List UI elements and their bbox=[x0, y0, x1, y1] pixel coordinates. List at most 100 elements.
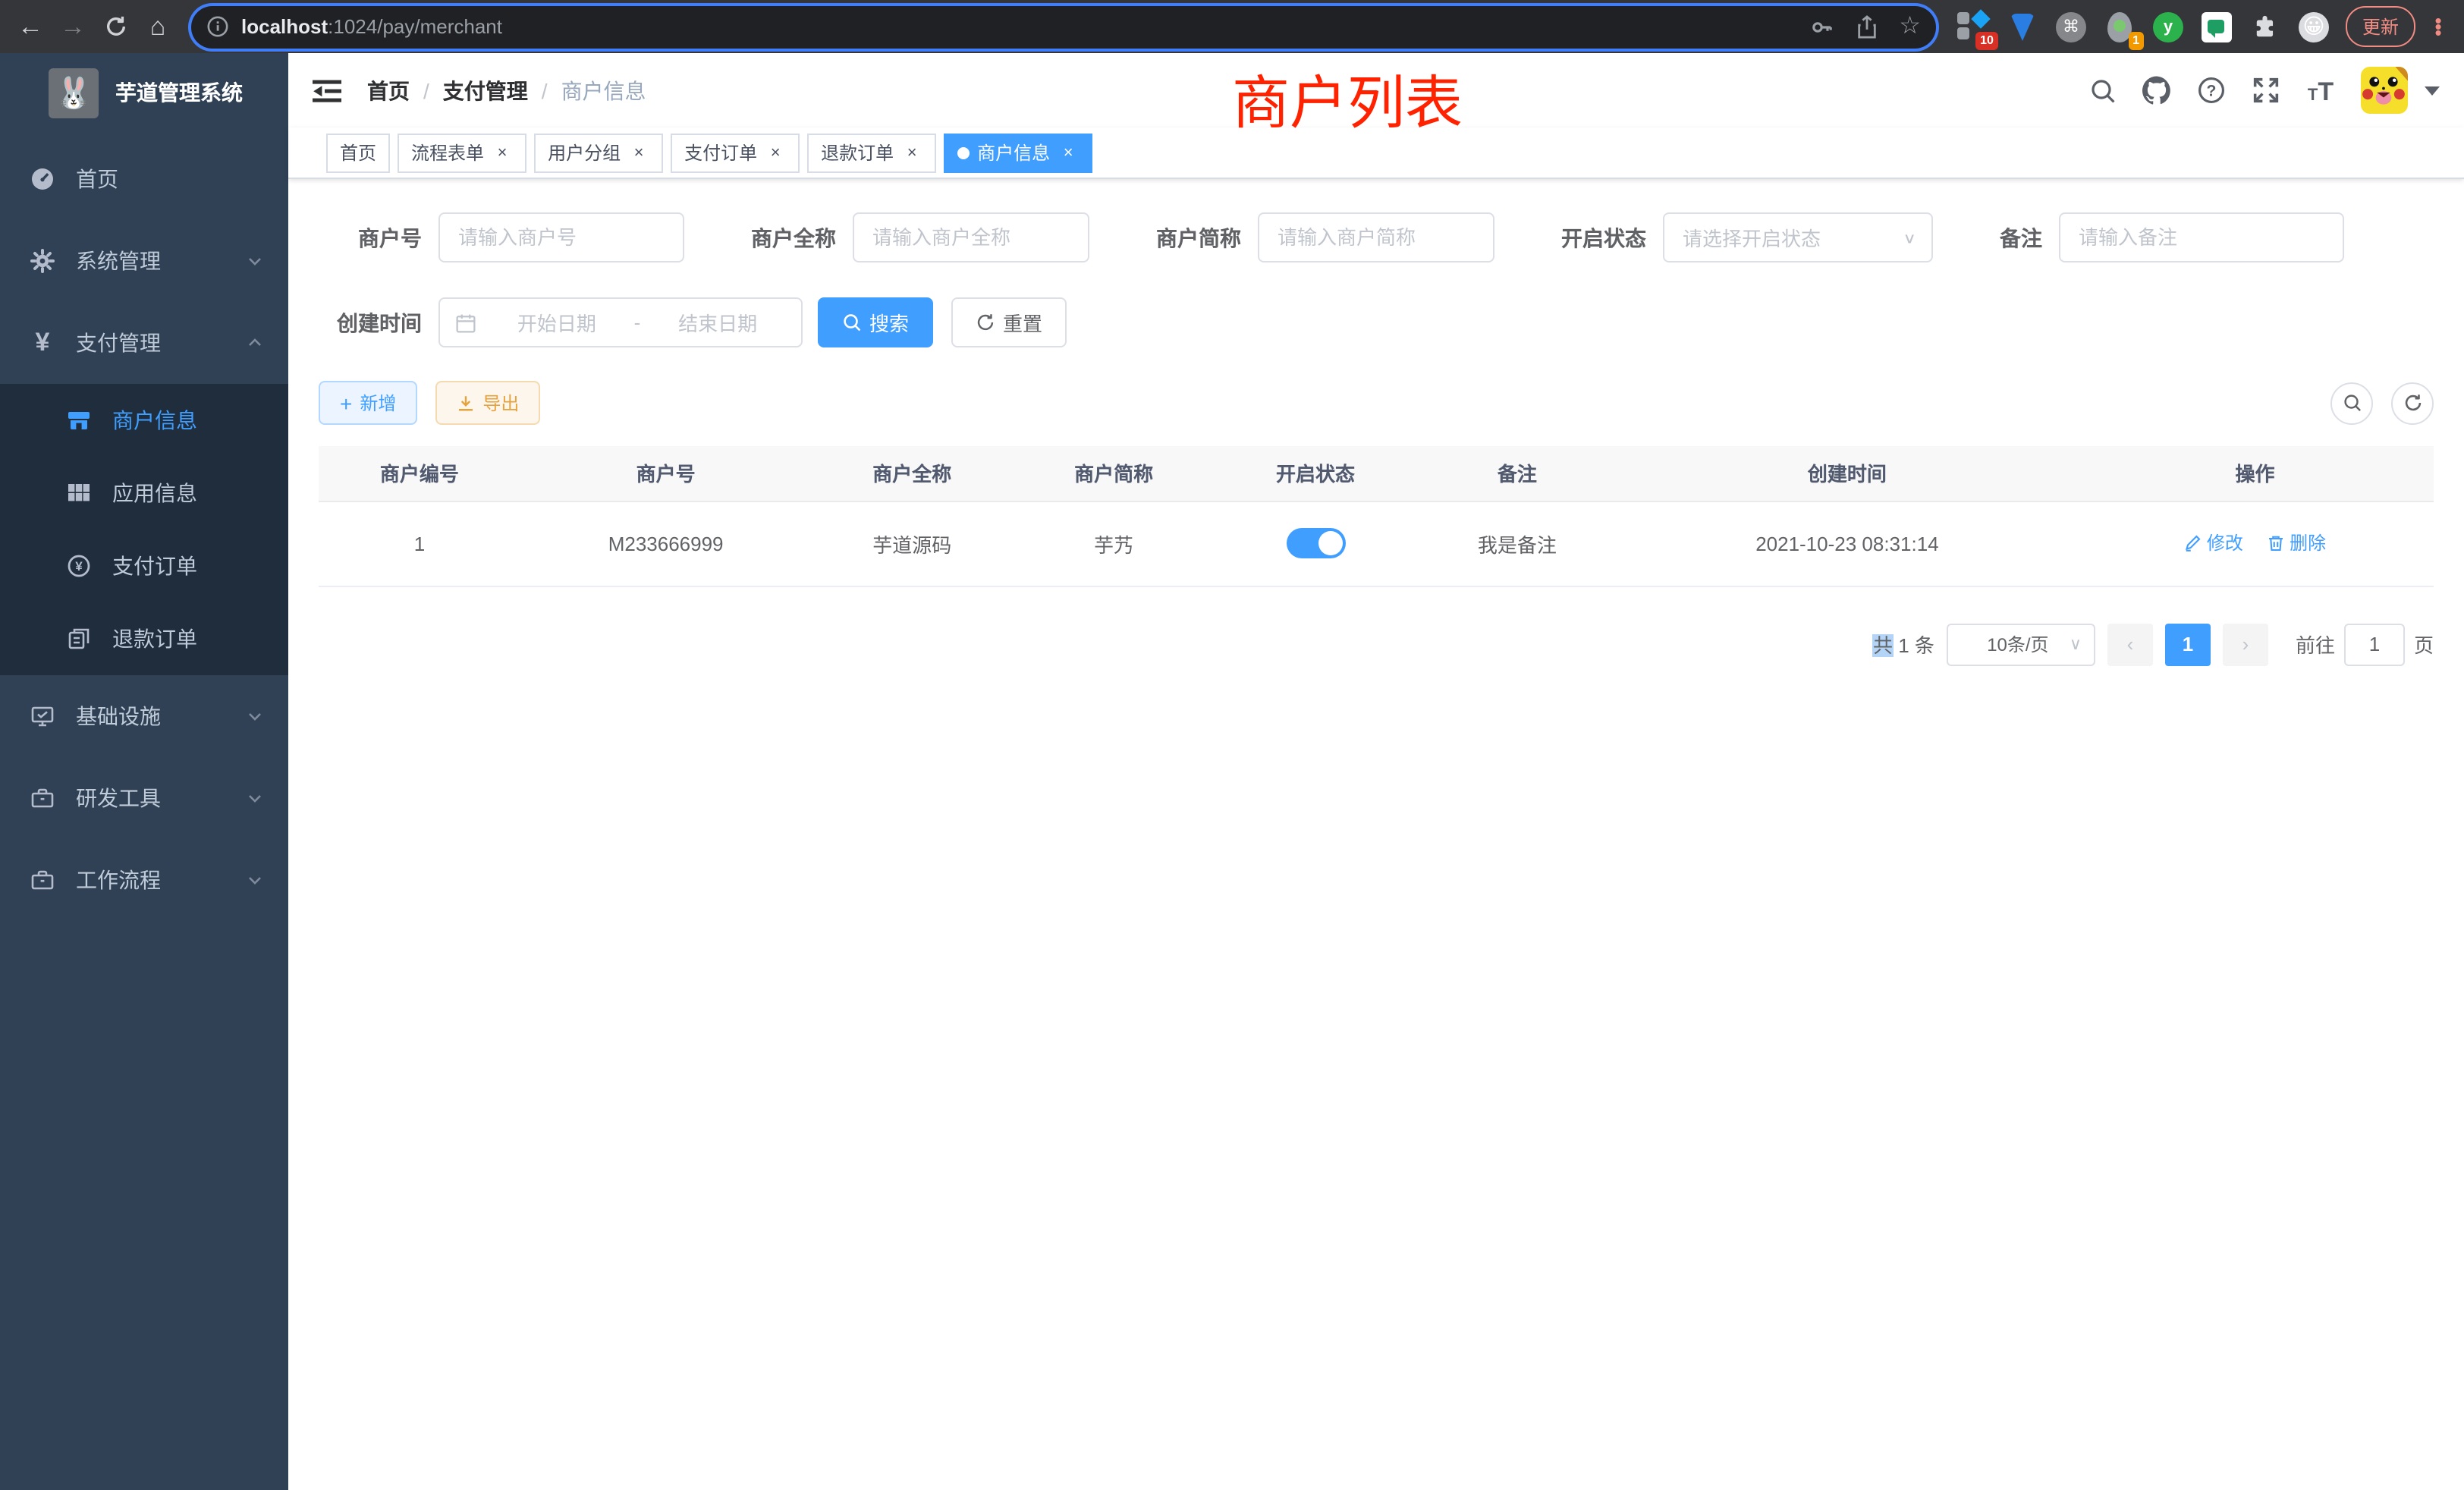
reset-button[interactable]: 重置 bbox=[951, 297, 1067, 347]
refresh-table-button[interactable] bbox=[2391, 382, 2434, 424]
sidebar-item-label: 支付管理 bbox=[76, 328, 246, 358]
tag-label: 商户信息 bbox=[977, 140, 1050, 165]
remark-input[interactable] bbox=[2059, 212, 2344, 262]
download-icon bbox=[457, 394, 475, 412]
bookmark-star-icon[interactable]: ☆ bbox=[1899, 14, 1921, 39]
pay-submenu: 商户信息 应用信息 ¥ 支付订单 bbox=[0, 384, 288, 675]
next-page-button[interactable]: › bbox=[2223, 623, 2268, 665]
sidebar-item-label: 应用信息 bbox=[112, 478, 197, 508]
search-icon bbox=[842, 313, 862, 332]
sidebar-item-label: 退款订单 bbox=[112, 624, 197, 654]
refresh-icon bbox=[976, 313, 995, 332]
page-size-value: 10条/页 bbox=[1966, 631, 2070, 657]
user-avatar[interactable] bbox=[2361, 67, 2408, 114]
browser-home-icon[interactable]: ⌂ bbox=[140, 8, 176, 45]
chevron-down-icon bbox=[246, 707, 264, 725]
search-icon[interactable] bbox=[2088, 76, 2117, 105]
export-button[interactable]: 导出 bbox=[435, 381, 540, 425]
extensions-puzzle-icon[interactable] bbox=[2249, 10, 2282, 43]
fullscreen-icon[interactable] bbox=[2252, 76, 2280, 105]
tag-process-form[interactable]: 流程表单 × bbox=[398, 133, 526, 172]
url-bar[interactable]: localhost:1024/pay/merchant ☆ bbox=[191, 5, 1936, 48]
sidebar-item-label: 支付订单 bbox=[112, 551, 197, 581]
tag-pay-order[interactable]: 支付订单 × bbox=[671, 133, 800, 172]
browser-forward-icon[interactable]: → bbox=[55, 8, 91, 45]
pagination-total-highlight: 共 bbox=[1873, 634, 1893, 657]
status-toggle[interactable] bbox=[1286, 528, 1345, 558]
sidebar-item-dev-tools[interactable]: 研发工具 bbox=[0, 757, 288, 839]
extension-chat-icon[interactable] bbox=[2200, 10, 2233, 43]
page-number-1[interactable]: 1 bbox=[2165, 623, 2211, 665]
sidebar-item-infra[interactable]: 基础设施 bbox=[0, 675, 288, 757]
url-host: localhost bbox=[241, 15, 328, 38]
app-logo-row[interactable]: 🐰 芋道管理系统 bbox=[0, 53, 288, 132]
cell-merchant-short: 芋艿 bbox=[1013, 501, 1215, 586]
search-button[interactable]: 搜索 bbox=[818, 297, 933, 347]
browser-menu-icon[interactable]: ••• bbox=[2431, 17, 2446, 36]
status-select[interactable]: 请选择开启状态 ∨ bbox=[1663, 212, 1933, 262]
merchant-no-label: 商户号 bbox=[319, 222, 422, 253]
share-icon[interactable] bbox=[1855, 14, 1878, 39]
browser-profile-avatar[interactable]: 😀 bbox=[2297, 10, 2330, 43]
create-time-range-input[interactable]: 开始日期 - 结束日期 bbox=[438, 297, 803, 347]
browser-update-button[interactable]: 更新 bbox=[2346, 6, 2415, 47]
goto-page-input[interactable] bbox=[2344, 623, 2405, 665]
cell-merchant-name: 芋道源码 bbox=[811, 501, 1013, 586]
sidebar-collapse-icon[interactable] bbox=[313, 75, 343, 105]
status-label: 开启状态 bbox=[1561, 222, 1646, 253]
sidebar-item-label: 基础设施 bbox=[76, 701, 246, 731]
close-icon[interactable]: × bbox=[765, 142, 786, 163]
close-icon[interactable]: × bbox=[492, 142, 513, 163]
extension-y-icon[interactable]: y bbox=[2151, 10, 2185, 43]
create-time-label: 创建时间 bbox=[319, 307, 422, 338]
help-icon[interactable]: ? bbox=[2197, 76, 2226, 105]
sidebar-item-pay-order[interactable]: ¥ 支付订单 bbox=[0, 530, 288, 602]
extension-workona-icon[interactable]: 10 bbox=[1957, 10, 1991, 43]
page-size-select[interactable]: 10条/页 ∨ bbox=[1947, 623, 2095, 665]
extension-egg-icon[interactable]: 1 bbox=[2103, 10, 2136, 43]
date-separator: - bbox=[625, 311, 650, 334]
breadcrumb-pay[interactable]: 支付管理 bbox=[443, 75, 528, 105]
add-button[interactable]: + 新增 bbox=[319, 381, 417, 425]
browser-back-icon[interactable]: ← bbox=[12, 8, 49, 45]
sidebar-item-refund-order[interactable]: 退款订单 bbox=[0, 602, 288, 675]
avatar-dropdown-caret[interactable] bbox=[2425, 86, 2440, 95]
col-actions: 操作 bbox=[2076, 446, 2434, 501]
col-create-time: 创建时间 bbox=[1618, 446, 2076, 501]
delete-link[interactable]: 删除 bbox=[2267, 530, 2326, 556]
merchant-no-input[interactable] bbox=[438, 212, 684, 262]
github-icon[interactable] bbox=[2142, 76, 2171, 105]
browser-reload-icon[interactable] bbox=[97, 8, 134, 45]
extension-command-icon[interactable]: ⌘ bbox=[2054, 10, 2088, 43]
close-icon[interactable]: × bbox=[1058, 142, 1079, 163]
tag-home[interactable]: 首页 bbox=[326, 133, 390, 172]
col-merchant-name: 商户全称 bbox=[811, 446, 1013, 501]
breadcrumb-home[interactable]: 首页 bbox=[367, 75, 410, 105]
info-icon[interactable] bbox=[206, 15, 229, 38]
sidebar-item-workflow[interactable]: 工作流程 bbox=[0, 839, 288, 921]
show-search-toggle-button[interactable] bbox=[2330, 382, 2373, 424]
tag-user-group[interactable]: 用户分组 × bbox=[534, 133, 663, 172]
tag-refund-order[interactable]: 退款订单 × bbox=[807, 133, 936, 172]
sidebar-item-pay[interactable]: ¥ 支付管理 bbox=[0, 302, 288, 384]
sidebar-item-home[interactable]: 首页 bbox=[0, 138, 288, 220]
font-size-icon[interactable]: TT bbox=[2306, 76, 2335, 105]
merchant-short-input[interactable] bbox=[1258, 212, 1494, 262]
merchant-name-input[interactable] bbox=[853, 212, 1089, 262]
close-icon[interactable]: × bbox=[901, 142, 922, 163]
chevron-down-icon: ∨ bbox=[1903, 229, 1916, 246]
monitor-check-icon bbox=[30, 704, 55, 728]
yen-icon: ¥ bbox=[30, 328, 55, 358]
password-key-icon[interactable] bbox=[1809, 14, 1834, 39]
sidebar-item-merchant-info[interactable]: 商户信息 bbox=[0, 384, 288, 457]
sidebar-item-system[interactable]: 系统管理 bbox=[0, 220, 288, 302]
edit-pen-icon bbox=[2184, 534, 2202, 552]
sidebar-item-app-info[interactable]: 应用信息 bbox=[0, 457, 288, 530]
chevron-down-icon: ∨ bbox=[2070, 634, 2082, 654]
prev-page-button[interactable]: ‹ bbox=[2107, 623, 2153, 665]
edit-link[interactable]: 修改 bbox=[2184, 530, 2243, 556]
grid-icon bbox=[67, 481, 91, 505]
extension-kite-icon[interactable] bbox=[2006, 10, 2039, 43]
tag-merchant-info[interactable]: 商户信息 × bbox=[944, 133, 1092, 172]
close-icon[interactable]: × bbox=[628, 142, 649, 163]
